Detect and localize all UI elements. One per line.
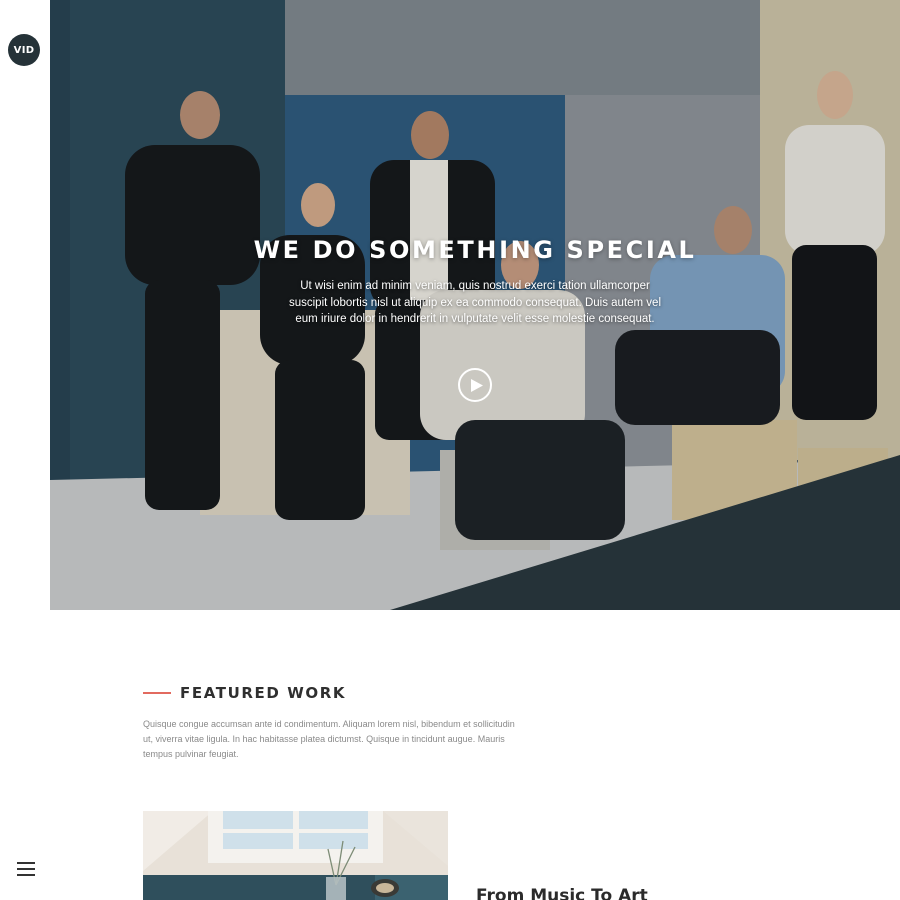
accent-line — [143, 692, 171, 694]
hero-description: Ut wisi enim ad minim veniam, quis nostr… — [288, 280, 662, 325]
hero-text: WE DO SOMETHING SPECIAL Ut wisi enim ad … — [50, 236, 900, 328]
hero-title: WE DO SOMETHING SPECIAL — [253, 236, 697, 264]
featured-header: FEATURED WORK — [143, 684, 543, 702]
play-icon — [470, 378, 483, 392]
play-video-button[interactable] — [458, 368, 492, 402]
featured-work-section: FEATURED WORK Quisque congue accumsan an… — [143, 684, 543, 762]
featured-description: Quisque congue accumsan ante id condimen… — [143, 719, 515, 759]
featured-title: FEATURED WORK — [180, 684, 347, 702]
brand-logo[interactable]: VID — [8, 34, 40, 66]
project-title[interactable]: From Music To Art — [476, 886, 648, 900]
hamburger-menu-icon[interactable] — [17, 862, 35, 878]
hero-section: WE DO SOMETHING SPECIAL Ut wisi enim ad … — [50, 0, 900, 610]
left-rail: VID — [0, 0, 50, 900]
project-thumbnail[interactable] — [143, 811, 448, 900]
brand-logo-text: VID — [13, 44, 35, 56]
project-image — [143, 811, 448, 900]
